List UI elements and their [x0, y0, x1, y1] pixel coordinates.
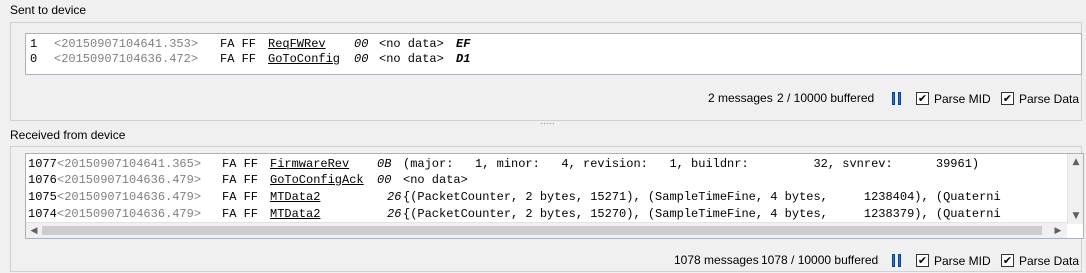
horizontal-scrollbar[interactable]: ◀ ▶	[26, 222, 1067, 238]
sent-section-title: Sent to device	[10, 3, 87, 17]
scroll-left-icon[interactable]: ◀	[27, 224, 41, 238]
pause-icon[interactable]	[892, 254, 902, 267]
row-data: <no data>	[379, 52, 444, 66]
list-item[interactable]: 1076 <20150907104636.479> FA FF GoToConf…	[26, 173, 468, 188]
row-timestamp: <20150907104641.353>	[54, 37, 199, 51]
row-length: 0B	[377, 157, 392, 171]
row-length: 26	[387, 207, 402, 221]
row-mid-link[interactable]: MTData2	[270, 207, 320, 222]
parse-data-label: Parse Data	[1019, 254, 1080, 268]
parse-data-label: Parse Data	[1019, 92, 1080, 106]
row-mid-link[interactable]: GoToConfig	[268, 52, 340, 67]
parse-data-checkbox[interactable]: ✔	[1001, 92, 1014, 105]
row-data: <no data>	[403, 173, 468, 187]
row-index: 1077	[28, 157, 57, 171]
received-message-count: 1078 messages	[674, 253, 759, 267]
list-item[interactable]: 1 <20150907104641.353> FA FF ReqFWRev 00…	[26, 37, 470, 52]
parse-mid-label: Parse MID	[934, 92, 991, 106]
sent-message-count: 2 messages	[708, 91, 773, 105]
row-index: 1076	[28, 173, 57, 187]
received-section-title: Received from device	[10, 128, 126, 142]
row-timestamp: <20150907104636.479>	[57, 190, 202, 204]
parse-data-checkbox[interactable]: ✔	[1001, 254, 1014, 267]
received-group: 1077 <20150907104641.365> FA FF Firmware…	[10, 146, 1084, 272]
row-timestamp: <20150907104636.479>	[57, 173, 202, 187]
row-header: FA FF	[220, 37, 257, 51]
parse-mid-checkbox[interactable]: ✔	[916, 254, 929, 267]
row-length: 00	[354, 37, 369, 51]
scroll-right-icon[interactable]: ▶	[1051, 224, 1065, 238]
row-checksum: D1	[456, 52, 471, 66]
row-index: 1074	[28, 207, 57, 221]
received-message-list[interactable]: 1077 <20150907104641.365> FA FF Firmware…	[25, 153, 1084, 239]
row-header: FA FF	[222, 173, 259, 187]
row-mid-link[interactable]: GoToConfigAck	[270, 173, 364, 188]
horizontal-scroll-thumb[interactable]	[42, 226, 1042, 235]
row-header: FA FF	[222, 157, 259, 171]
row-header: FA FF	[222, 190, 259, 204]
parse-mid-checkbox[interactable]: ✔	[916, 92, 929, 105]
sent-group: 1 <20150907104641.353> FA FF ReqFWRev 00…	[10, 22, 1082, 121]
row-timestamp: <20150907104636.479>	[57, 207, 202, 221]
list-item[interactable]: 1077 <20150907104641.365> FA FF Firmware…	[26, 157, 979, 172]
received-buffer-status: 1078 / 10000 buffered	[761, 253, 879, 267]
splitter-handle[interactable]	[540, 122, 554, 125]
row-mid-link[interactable]: ReqFWRev	[268, 37, 326, 52]
row-index: 1	[30, 37, 38, 51]
sent-buffer-status: 2 / 10000 buffered	[777, 91, 875, 105]
scroll-up-icon[interactable]: ▲	[1069, 155, 1083, 169]
row-length: 00	[377, 173, 392, 187]
row-index: 0	[30, 52, 38, 66]
row-header: FA FF	[222, 207, 259, 221]
scroll-down-icon[interactable]: ▼	[1069, 209, 1083, 223]
row-data: {(PacketCounter, 2 bytes, 15271), (Sampl…	[403, 190, 1001, 204]
row-header: FA FF	[220, 52, 257, 66]
row-index: 1075	[28, 190, 57, 204]
row-data: (major: 1, minor: 4, revision: 1, buildn…	[403, 157, 980, 171]
row-length: 26	[387, 190, 402, 204]
list-item[interactable]: 1074 <20150907104636.479> FA FF MTData2 …	[26, 207, 1001, 222]
row-data: {(PacketCounter, 2 bytes, 15270), (Sampl…	[403, 207, 1001, 221]
sent-message-list[interactable]: 1 <20150907104641.353> FA FF ReqFWRev 00…	[25, 33, 1082, 75]
vertical-scrollbar[interactable]: ▲ ▼	[1067, 154, 1083, 224]
row-checksum: EF	[456, 37, 471, 51]
list-item[interactable]: 1075 <20150907104636.479> FA FF MTData2 …	[26, 190, 1001, 205]
row-length: 00	[354, 52, 369, 66]
parse-mid-label: Parse MID	[934, 254, 991, 268]
row-timestamp: <20150907104636.472>	[54, 52, 199, 66]
row-mid-link[interactable]: FirmwareRev	[270, 157, 349, 172]
row-mid-link[interactable]: MTData2	[270, 190, 320, 205]
pause-icon[interactable]	[892, 92, 902, 105]
row-data: <no data>	[379, 37, 444, 51]
list-item[interactable]: 0 <20150907104636.472> FA FF GoToConfig …	[26, 52, 470, 67]
row-timestamp: <20150907104641.365>	[57, 157, 202, 171]
